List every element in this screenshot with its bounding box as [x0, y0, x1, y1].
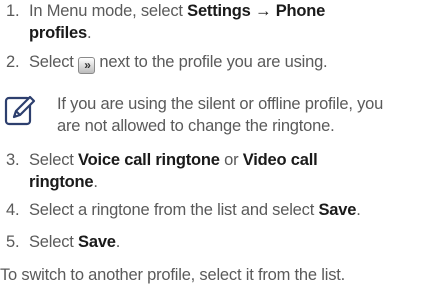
step-number: 3. — [6, 151, 20, 169]
option-label: Video call — [242, 151, 318, 169]
step-number: 5. — [6, 233, 20, 251]
expand-arrow-icon: » — [78, 57, 96, 74]
menu-path-cont: profiles — [29, 24, 87, 42]
note-line: If you are using the silent or offline p… — [57, 95, 384, 113]
step-number: 2. — [6, 53, 20, 71]
save-label: Save — [78, 233, 116, 251]
note-pencil-icon — [4, 95, 36, 126]
step-text: In Menu mode, select — [29, 2, 188, 20]
manual-page: 1. In Menu mode, select Settings → Phone… — [0, 0, 429, 288]
save-label: Save — [318, 201, 357, 219]
option-label-cont: ringtone — [29, 173, 94, 191]
menu-path: Settings → Phone — [187, 2, 326, 20]
note-line: are not allowed to change the ringtone. — [57, 117, 335, 135]
step-number: 4. — [6, 201, 20, 219]
footer-text: To switch to another profile, select it … — [0, 266, 346, 284]
note-box: If you are using the silent or offline p… — [0, 93, 429, 139]
option-label: Voice call ringtone — [78, 151, 220, 169]
step-number: 1. — [6, 2, 20, 20]
